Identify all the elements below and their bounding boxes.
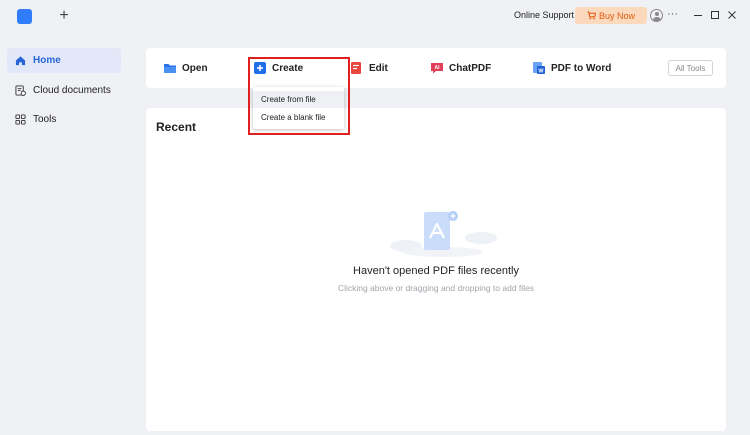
more-options-icon[interactable]: ··· bbox=[667, 8, 678, 20]
app-logo-icon bbox=[17, 9, 32, 24]
home-icon bbox=[15, 56, 26, 66]
open-label: Open bbox=[182, 62, 208, 74]
open-button[interactable]: Open bbox=[163, 60, 208, 76]
sidebar-item-cloud-documents[interactable]: Cloud documents bbox=[7, 78, 121, 103]
sidebar-item-label: Home bbox=[33, 55, 61, 66]
close-icon[interactable] bbox=[725, 8, 739, 22]
plus-square-icon bbox=[254, 62, 266, 74]
sidebar-item-tools[interactable]: Tools bbox=[7, 107, 121, 132]
cloud-documents-icon bbox=[15, 85, 26, 96]
menu-item-create-blank-file[interactable]: Create a blank file bbox=[253, 109, 344, 126]
pdf-to-word-button[interactable]: W PDF to Word bbox=[532, 60, 611, 76]
online-support-link[interactable]: Online Support bbox=[514, 10, 574, 20]
empty-pdf-illustration-icon bbox=[390, 211, 497, 257]
sidebar: Home Cloud documents Tools bbox=[0, 32, 132, 435]
create-label: Create bbox=[272, 62, 304, 74]
user-avatar-icon[interactable] bbox=[650, 9, 663, 22]
chatpdf-label: ChatPDF bbox=[449, 62, 492, 74]
sidebar-item-label: Cloud documents bbox=[33, 85, 111, 96]
create-dropdown-menu: Create from file Create a blank file bbox=[253, 87, 344, 129]
empty-state-subtitle: Clicking above or dragging and dropping … bbox=[337, 283, 535, 293]
pdf-to-word-label: PDF to Word bbox=[551, 62, 612, 74]
menu-item-create-from-file[interactable]: Create from file bbox=[253, 91, 344, 108]
all-tools-button[interactable]: All Tools bbox=[668, 60, 713, 76]
create-button[interactable]: Create bbox=[253, 60, 303, 76]
sidebar-item-home[interactable]: Home bbox=[7, 48, 121, 73]
edit-button[interactable]: Edit bbox=[350, 60, 388, 76]
new-tab-button[interactable]: + bbox=[56, 6, 72, 26]
buy-now-button[interactable]: Buy Now bbox=[575, 7, 647, 24]
svg-text:W: W bbox=[538, 68, 544, 74]
empty-state-title: Haven't opened PDF files recently bbox=[353, 265, 519, 277]
edit-label: Edit bbox=[369, 62, 388, 74]
minimize-icon[interactable] bbox=[691, 8, 705, 22]
tools-grid-icon bbox=[15, 114, 26, 125]
chatpdf-button[interactable]: AI ChatPDF bbox=[430, 60, 491, 76]
edit-document-icon bbox=[351, 62, 361, 74]
pdf-to-word-icon: W bbox=[533, 62, 545, 74]
recent-title: Recent bbox=[156, 120, 197, 134]
chatpdf-icon: AI bbox=[431, 63, 443, 74]
maximize-icon[interactable] bbox=[708, 8, 722, 22]
recent-panel: Recent Haven't opened PDF files recently… bbox=[146, 108, 726, 431]
quick-tools-bar: Open Create Edit AI ChatPDF W PDF to Wor… bbox=[146, 48, 726, 88]
buy-now-label: Buy Now bbox=[598, 10, 635, 21]
sidebar-item-label: Tools bbox=[33, 114, 57, 125]
title-bar: + Online Support Buy Now ··· bbox=[0, 0, 750, 32]
folder-icon bbox=[164, 64, 176, 73]
cart-icon bbox=[587, 11, 596, 20]
svg-text:AI: AI bbox=[435, 65, 441, 71]
